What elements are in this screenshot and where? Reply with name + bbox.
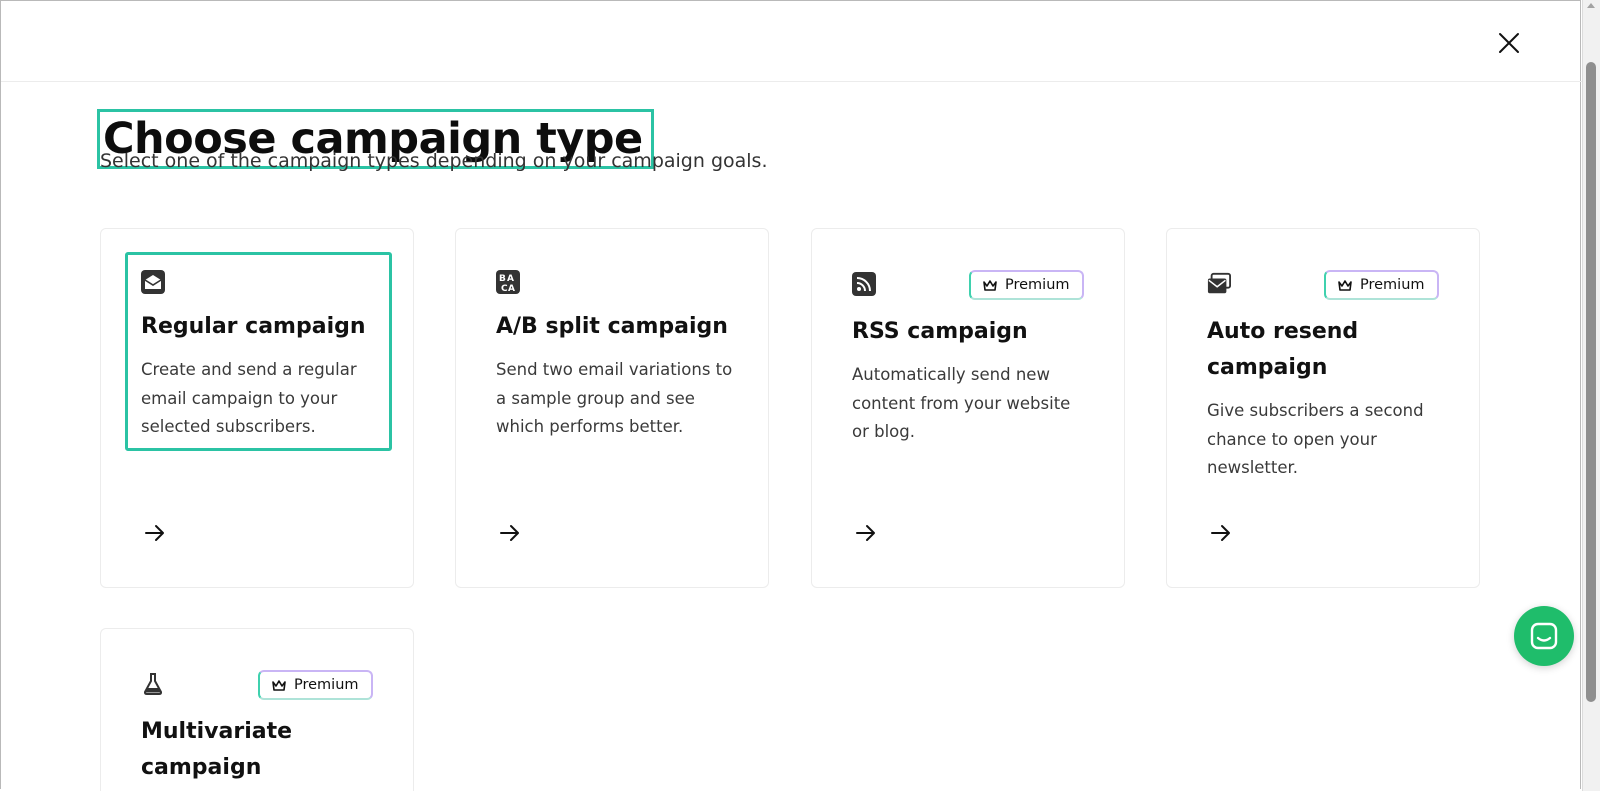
scroll-up-arrow[interactable] — [1587, 3, 1595, 8]
card-description: Send two email variations to a sample gr… — [496, 360, 733, 436]
arrow-right-icon[interactable] — [143, 521, 167, 545]
rss-icon — [852, 272, 876, 296]
campaign-card-auto-resend[interactable]: Premium Auto resend campaign Give subscr… — [1166, 228, 1480, 588]
svg-text:A: A — [508, 284, 515, 294]
premium-badge: Premium — [258, 670, 373, 700]
premium-badge-label: Premium — [1005, 277, 1070, 293]
campaign-card-rss[interactable]: Premium RSS campaign Automatically send … — [811, 228, 1125, 588]
premium-badge-label: Premium — [294, 677, 359, 693]
crown-icon — [272, 679, 286, 691]
campaign-card-multivariate[interactable]: Premium Multivariate campaign — [100, 628, 414, 791]
card-description: Automatically send new content from your… — [852, 365, 1071, 441]
ab-split-icon: B A C A — [496, 270, 520, 294]
modal-topbar — [1, 1, 1582, 82]
card-title: A/B split campaign — [496, 314, 728, 339]
close-icon[interactable] — [1495, 29, 1523, 57]
arrow-right-icon[interactable] — [498, 521, 522, 545]
flask-icon — [143, 673, 163, 695]
premium-badge: Premium — [1324, 270, 1439, 300]
crown-icon — [983, 279, 997, 291]
card-title: Regular campaign — [141, 314, 366, 339]
arrow-right-icon[interactable] — [854, 521, 878, 545]
arrow-right-icon[interactable] — [1209, 521, 1233, 545]
card-title: RSS campaign — [852, 319, 1028, 344]
page-subtitle: Select one of the campaign types dependi… — [100, 150, 768, 172]
card-description: Create and send a regular email campaign… — [141, 360, 357, 436]
card-title: Auto resend campaign — [1207, 319, 1359, 380]
campaign-card-ab-split[interactable]: B A C A A/B split campaign Send two emai… — [455, 228, 769, 588]
chat-launcher-button[interactable] — [1514, 606, 1574, 666]
svg-text:C: C — [501, 284, 508, 294]
scrollbar-thumb[interactable] — [1586, 62, 1596, 702]
envelope-open-icon — [141, 270, 165, 294]
card-description: Give subscribers a second chance to open… — [1207, 401, 1424, 477]
crown-icon — [1338, 279, 1352, 291]
svg-text:B: B — [499, 274, 506, 284]
campaign-card-regular[interactable]: Regular campaign Create and send a regul… — [100, 228, 414, 588]
card-title: Multivariate campaign — [141, 719, 293, 780]
svg-text:A: A — [507, 274, 514, 284]
premium-badge: Premium — [969, 270, 1084, 300]
resend-envelope-icon — [1207, 272, 1231, 294]
chat-icon — [1530, 622, 1558, 650]
premium-badge-label: Premium — [1360, 277, 1425, 293]
